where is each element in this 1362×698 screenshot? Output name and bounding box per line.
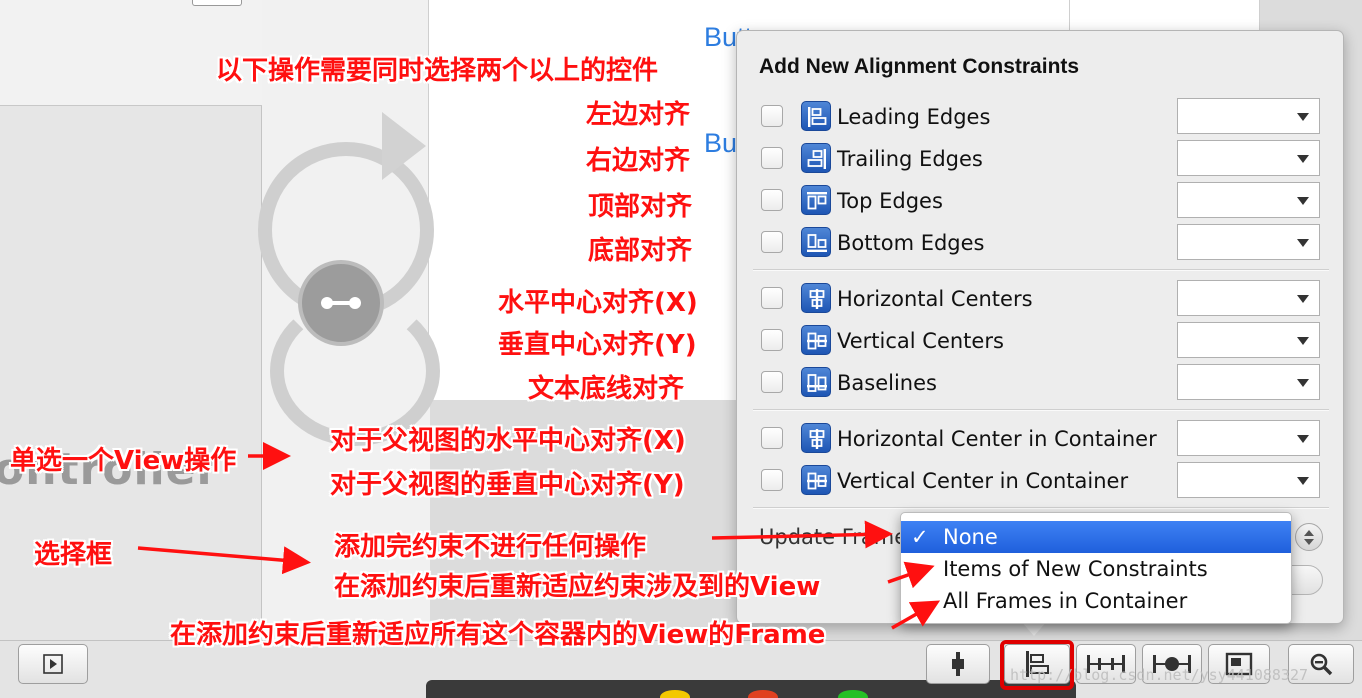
row-leading-edges[interactable]: Leading Edges — [737, 97, 1345, 137]
separator — [753, 409, 1329, 411]
popover-title: Add New Alignment Constraints — [759, 55, 1080, 78]
annotation-hcenter-container: 对于父视图的水平中心对齐(X) — [330, 426, 686, 456]
row-vertical-center-in-container[interactable]: Vertical Center in Container — [737, 461, 1345, 501]
vertical-center-in-container-icon — [801, 465, 831, 495]
row-label: Leading Edges — [837, 105, 991, 129]
horizontal-centers-checkbox[interactable] — [761, 287, 783, 309]
horizontal-center-in-container-constant-dropdown[interactable] — [1177, 420, 1320, 456]
vertical-center-in-container-checkbox[interactable] — [761, 469, 783, 491]
row-bottom-edges[interactable]: Bottom Edges — [737, 223, 1345, 263]
menu-item-none[interactable]: ✓ None — [901, 521, 1291, 553]
chevron-down-icon — [1297, 379, 1309, 387]
resolve-button[interactable] — [926, 644, 990, 684]
chevron-down-icon — [1297, 337, 1309, 345]
baselines-checkbox[interactable] — [761, 371, 783, 393]
row-label: Top Edges — [837, 189, 943, 213]
separator — [753, 269, 1329, 271]
watermark: http://blog.csdn.net/ysy441088327 — [1010, 666, 1309, 684]
menu-item-label: Items of New Constraints — [943, 557, 1208, 581]
update-frames-menu: ✓ None Items of New Constraints All Fram… — [900, 512, 1292, 624]
baselines-constant-dropdown[interactable] — [1177, 364, 1320, 400]
zoom-icon — [1310, 653, 1333, 676]
trailing-edges-icon — [801, 143, 831, 173]
update-frames-label: Update Frames — [759, 525, 919, 549]
play-icon — [43, 654, 63, 674]
annotation-trailing: 右边对齐 — [586, 146, 691, 176]
row-top-edges[interactable]: Top Edges — [737, 181, 1345, 221]
leading-edges-icon — [801, 101, 831, 131]
resolve-icon — [952, 652, 964, 676]
bottom-edges-icon — [801, 227, 831, 257]
row-label: Horizontal Centers — [837, 287, 1033, 311]
row-vertical-centers[interactable]: Vertical Centers — [737, 321, 1345, 361]
separator — [753, 507, 1329, 509]
annotation-none: 添加完约束不进行任何操作 — [334, 532, 647, 562]
row-horizontal-centers[interactable]: Horizontal Centers — [737, 279, 1345, 319]
vertical-centers-checkbox[interactable] — [761, 329, 783, 351]
chevron-down-icon — [1297, 155, 1309, 163]
annotation-vcenter: 垂直中心对齐(Y) — [498, 330, 697, 360]
row-label: Vertical Centers — [837, 329, 1004, 353]
row-label: Bottom Edges — [837, 231, 985, 255]
row-label: Trailing Edges — [837, 147, 983, 171]
bottom-edges-checkbox[interactable] — [761, 231, 783, 253]
menu-item-label: All Frames in Container — [943, 589, 1188, 613]
annotation-bottom: 底部对齐 — [588, 236, 693, 266]
play-button[interactable] — [18, 644, 88, 684]
dock-item-icon[interactable] — [660, 690, 690, 698]
segue-arrow-icon — [382, 112, 426, 180]
annotation-header: 以下操作需要同时选择两个以上的控件 — [216, 56, 659, 86]
row-label: Vertical Center in Container — [837, 469, 1129, 493]
trailing-edges-checkbox[interactable] — [761, 147, 783, 169]
vertical-centers-icon — [801, 325, 831, 355]
document-outline-panel — [0, 0, 262, 698]
horizontal-centers-icon — [801, 283, 831, 313]
row-label: Baselines — [837, 371, 937, 395]
segue-node-icon[interactable] — [298, 260, 384, 346]
chevron-down-icon — [1297, 239, 1309, 247]
top-edges-checkbox[interactable] — [761, 189, 783, 211]
annotation-vcenter-container: 对于父视图的垂直中心对齐(Y) — [330, 470, 685, 500]
annotation-single-view: 单选一个View操作 — [10, 446, 237, 476]
annotation-top: 顶部对齐 — [588, 192, 693, 222]
vertical-center-in-container-constant-dropdown[interactable] — [1177, 462, 1320, 498]
chevron-down-icon — [1297, 113, 1309, 121]
link-icon — [321, 297, 361, 309]
leading-edges-constant-dropdown[interactable] — [1177, 98, 1320, 134]
annotation-hcenter: 水平中心对齐(X) — [498, 288, 698, 318]
annotation-leading: 左边对齐 — [586, 100, 691, 130]
horizontal-center-in-container-checkbox[interactable] — [761, 427, 783, 449]
chevron-down-icon — [1297, 477, 1309, 485]
chevron-down-icon — [1297, 197, 1309, 205]
row-horizontal-center-in-container[interactable]: Horizontal Center in Container — [737, 419, 1345, 459]
row-trailing-edges[interactable]: Trailing Edges — [737, 139, 1345, 179]
top-edges-constant-dropdown[interactable] — [1177, 182, 1320, 218]
annotation-baseline: 文本底线对齐 — [528, 374, 685, 404]
top-edges-icon — [801, 185, 831, 215]
leading-edges-checkbox[interactable] — [761, 105, 783, 127]
chevron-down-icon — [1297, 435, 1309, 443]
menu-item-items-of-new-constraints[interactable]: Items of New Constraints — [901, 553, 1291, 585]
baselines-icon — [801, 367, 831, 397]
annotation-all-frames: 在添加约束后重新适应所有这个容器内的View的Frame — [170, 620, 826, 650]
horizontal-centers-constant-dropdown[interactable] — [1177, 280, 1320, 316]
trailing-edges-constant-dropdown[interactable] — [1177, 140, 1320, 176]
row-label: Horizontal Center in Container — [837, 427, 1157, 451]
update-frames-stepper[interactable] — [1295, 523, 1323, 551]
bottom-edges-constant-dropdown[interactable] — [1177, 224, 1320, 260]
chevron-down-icon — [1297, 295, 1309, 303]
dock-item-icon[interactable] — [838, 690, 868, 698]
vertical-centers-constant-dropdown[interactable] — [1177, 322, 1320, 358]
check-icon: ✓ — [911, 525, 929, 549]
secondary-scene — [1070, 0, 1260, 30]
annotation-items: 在添加约束后重新适应约束涉及到的View — [334, 572, 821, 602]
dock-item-icon[interactable] — [748, 690, 778, 698]
outline-tab[interactable] — [192, 0, 242, 6]
menu-item-all-frames-in-container[interactable]: All Frames in Container — [901, 585, 1291, 617]
row-baselines[interactable]: Baselines — [737, 363, 1345, 403]
menu-item-label: None — [943, 525, 998, 549]
horizontal-center-in-container-icon — [801, 423, 831, 453]
annotation-select-box: 选择框 — [34, 540, 113, 570]
